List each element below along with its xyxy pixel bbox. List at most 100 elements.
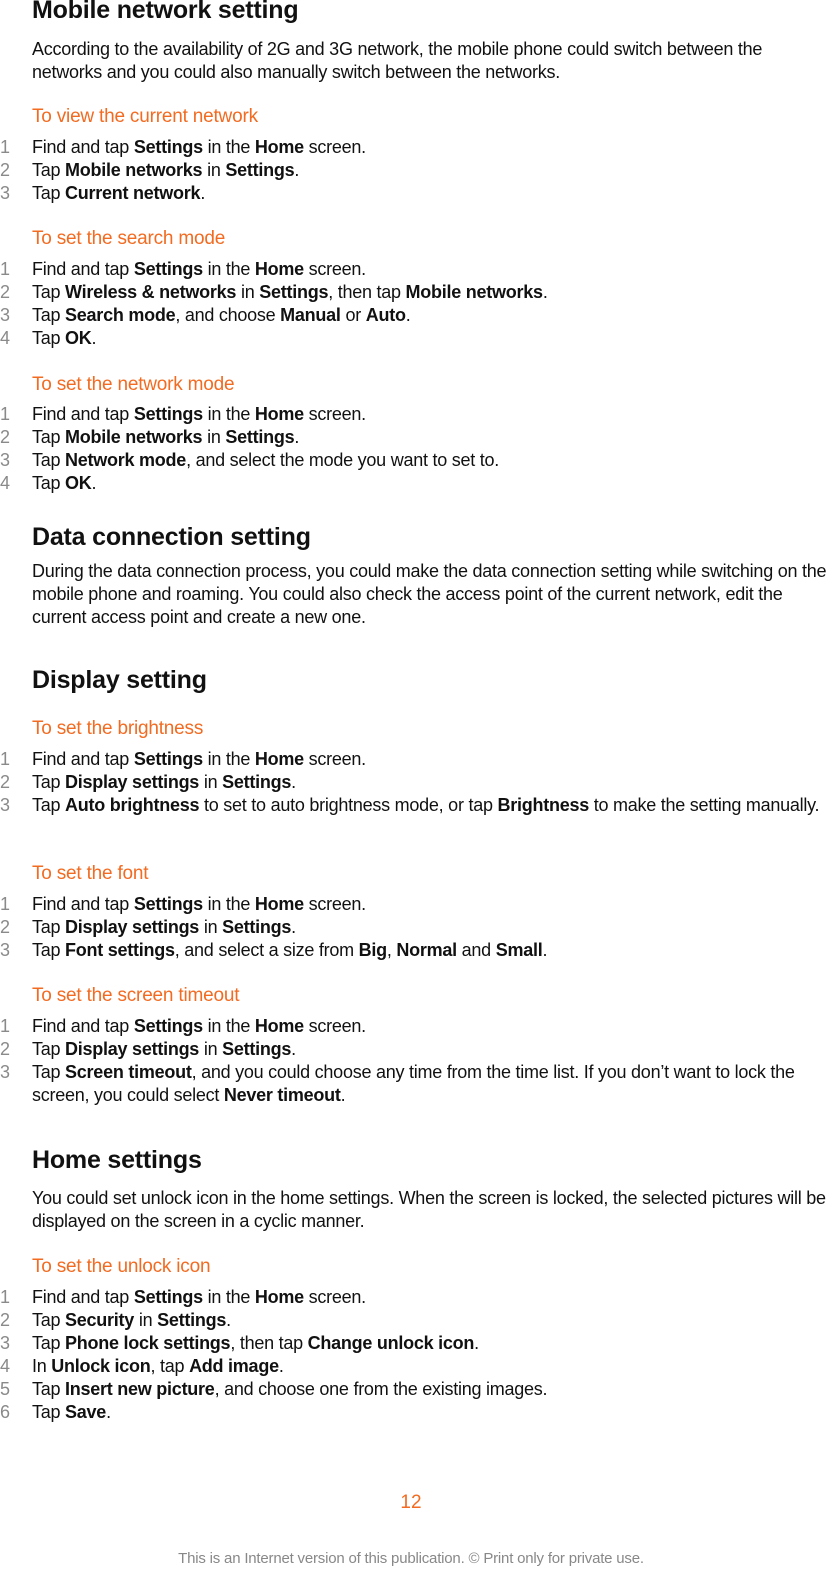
ui-term: Save bbox=[65, 1402, 107, 1422]
step-item: 2 Tap Security in Settings. bbox=[0, 1310, 231, 1330]
ui-term: Current network bbox=[65, 183, 201, 203]
ui-term: Home bbox=[254, 259, 304, 279]
ui-term: Big bbox=[358, 940, 388, 960]
procedure-title: To view the current network bbox=[32, 106, 258, 127]
step-number: 3 bbox=[0, 1062, 10, 1082]
ui-term: Home bbox=[254, 137, 304, 157]
step-number: 1 bbox=[0, 749, 10, 769]
procedure-title: To set the brightness bbox=[32, 718, 204, 739]
step-item: 6 Tap Save. bbox=[0, 1402, 111, 1422]
procedure-title: To set the screen timeout bbox=[32, 985, 240, 1006]
ui-term: Mobile networks bbox=[65, 160, 203, 180]
step-item: 1 Find and tap Settings in the Home scree… bbox=[0, 1287, 366, 1307]
section-heading: Data connection setting bbox=[32, 523, 311, 551]
footer-notice: This is an Internet version of this publ… bbox=[178, 1550, 644, 1567]
ui-term: Settings bbox=[222, 772, 292, 792]
step-item: 1 Find and tap Settings in the Home scree… bbox=[0, 137, 366, 157]
ui-term: OK bbox=[65, 328, 92, 348]
step-number: 3 bbox=[0, 305, 10, 325]
step-number: 5 bbox=[0, 1379, 10, 1399]
step-item: 3 Tap Phone lock settings, then tap Chang… bbox=[0, 1333, 479, 1353]
ui-term: Settings bbox=[133, 259, 203, 279]
step-item: 4 Tap OK. bbox=[0, 328, 97, 348]
step-number: 1 bbox=[0, 1016, 10, 1036]
ui-term: Small bbox=[495, 940, 543, 960]
step-number: 3 bbox=[0, 450, 10, 470]
step-number: 4 bbox=[0, 328, 10, 348]
step-item: 1 Find and tap Settings in the Home scree… bbox=[0, 894, 366, 914]
ui-term: Auto bbox=[365, 305, 406, 325]
ui-term: Display settings bbox=[65, 1039, 200, 1059]
step-number: 1 bbox=[0, 137, 10, 157]
ui-term: Settings bbox=[133, 1287, 203, 1307]
ui-term: Brightness bbox=[497, 795, 589, 815]
step-number: 2 bbox=[0, 1039, 10, 1059]
step-item: 4 Tap OK. bbox=[0, 473, 97, 493]
ui-term: Search mode bbox=[65, 305, 176, 325]
ui-term: Unlock icon bbox=[51, 1356, 151, 1376]
step-number: 3 bbox=[0, 183, 10, 203]
step-item: 3 Tap Auto brightness to set to auto brig… bbox=[0, 795, 820, 815]
step-item: 1 Find and tap Settings in the Home scree… bbox=[0, 404, 366, 424]
ui-term: Settings bbox=[225, 160, 295, 180]
page-number: 12 bbox=[400, 1492, 422, 1513]
procedure-title: To set the network mode bbox=[32, 374, 235, 395]
ui-term: Normal bbox=[396, 940, 457, 960]
ui-term: Auto brightness bbox=[65, 795, 200, 815]
step-item: 3 Tap Font settings, and select a size fr… bbox=[0, 940, 548, 960]
procedure-steps: 1 Find and tap Settings in the Home scree… bbox=[0, 136, 829, 205]
ui-term: Settings bbox=[225, 427, 295, 447]
ui-term: Wireless & networks bbox=[65, 282, 237, 302]
section-paragraph: You could set unlock icon in the home se… bbox=[32, 1188, 826, 1231]
step-item: 2 Tap Mobile networks in Settings. bbox=[0, 427, 300, 447]
ui-term: Settings bbox=[222, 917, 292, 937]
ui-term: Settings bbox=[133, 137, 203, 157]
step-item: 3 Tap Search mode, and choose Manual or A… bbox=[0, 305, 411, 325]
ui-term: Add image bbox=[189, 1356, 279, 1376]
section-heading: Display setting bbox=[32, 666, 207, 694]
ui-term: Home bbox=[254, 894, 304, 914]
procedure-steps: 1 Find and tap Settings in the Home scree… bbox=[0, 403, 829, 495]
step-number: 2 bbox=[0, 772, 10, 792]
section-paragraph: According to the availability of 2G and … bbox=[32, 39, 763, 82]
ui-term: Settings bbox=[222, 1039, 292, 1059]
step-number: 1 bbox=[0, 894, 10, 914]
ui-term: Font settings bbox=[65, 940, 175, 960]
step-number: 1 bbox=[0, 1287, 10, 1307]
ui-term: Phone lock settings bbox=[65, 1333, 231, 1353]
section-paragraph: During the data connection process, you … bbox=[32, 561, 827, 627]
procedure-steps: 1 Find and tap Settings in the Home scree… bbox=[0, 893, 829, 962]
procedure-steps: 1 Find and tap Settings in the Home scree… bbox=[0, 1286, 829, 1424]
step-item: 2 Tap Display settings in Settings. bbox=[0, 1039, 296, 1059]
step-item: 2 Tap Wireless & networks in Settings, th… bbox=[0, 282, 548, 302]
step-number: 4 bbox=[0, 1356, 10, 1376]
ui-term: Settings bbox=[259, 282, 329, 302]
ui-term: Manual bbox=[280, 305, 341, 325]
procedure-title: To set the unlock icon bbox=[32, 1256, 211, 1277]
step-number: 1 bbox=[0, 259, 10, 279]
ui-term: Security bbox=[65, 1310, 135, 1330]
step-item: 2 Tap Display settings in Settings. bbox=[0, 772, 296, 792]
ui-term: Settings bbox=[133, 894, 203, 914]
procedure-steps: 1 Find and tap Settings in the Home scree… bbox=[0, 258, 829, 350]
ui-term: Mobile networks bbox=[405, 282, 544, 302]
step-number: 4 bbox=[0, 473, 10, 493]
step-number: 2 bbox=[0, 1310, 10, 1330]
step-number: 2 bbox=[0, 427, 10, 447]
ui-term: Settings bbox=[133, 404, 203, 424]
ui-term: Home bbox=[254, 1016, 304, 1036]
step-item: 1 Find and tap Settings in the Home scree… bbox=[0, 1016, 366, 1036]
step-item: 5 Tap Insert new picture, and choose one … bbox=[0, 1379, 548, 1399]
ui-term: Home bbox=[254, 1287, 304, 1307]
step-item: 2 Tap Mobile networks in Settings. bbox=[0, 160, 300, 180]
ui-term: Home bbox=[254, 404, 304, 424]
ui-term: Display settings bbox=[65, 772, 200, 792]
ui-term: Display settings bbox=[65, 917, 200, 937]
ui-term: Network mode bbox=[65, 450, 187, 470]
step-number: 6 bbox=[0, 1402, 10, 1422]
step-number: 2 bbox=[0, 282, 10, 302]
ui-term: Change unlock icon bbox=[307, 1333, 475, 1353]
procedure-steps: 1 Find and tap Settings in the Home scree… bbox=[0, 1015, 829, 1107]
ui-term: Insert new picture bbox=[65, 1379, 215, 1399]
step-item: 3 Tap Screen timeout, and you could choos… bbox=[0, 1062, 795, 1105]
